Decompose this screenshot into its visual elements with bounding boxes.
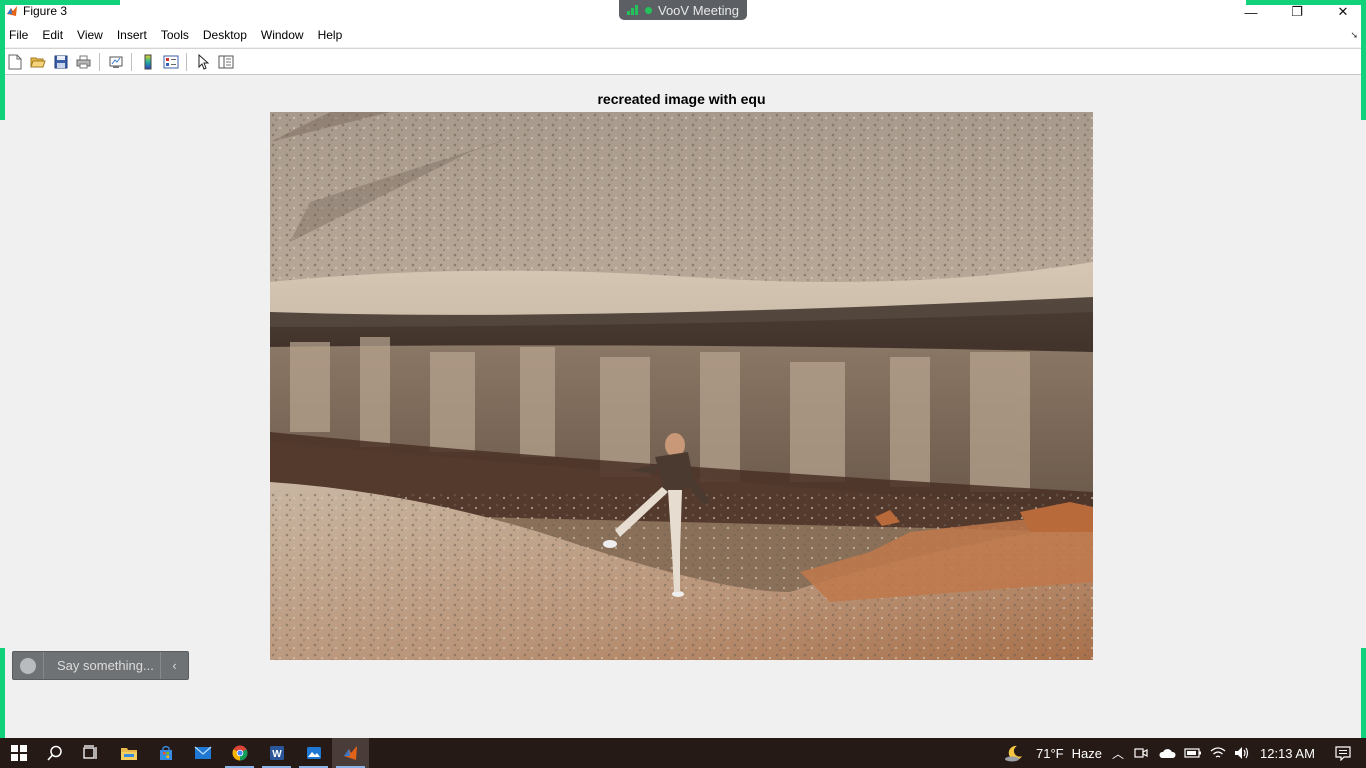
matlab-logo-icon (7, 6, 17, 16)
weather-moon-icon (1005, 745, 1022, 762)
recording-dot-icon (645, 6, 652, 14)
link-plot-button[interactable] (104, 51, 127, 73)
word-button[interactable]: W (258, 738, 295, 768)
new-figure-button[interactable] (3, 51, 26, 73)
file-explorer-icon (120, 748, 137, 760)
axes-image[interactable] (270, 112, 1093, 660)
signal-strength-icon (627, 5, 639, 15)
screen-share-border (0, 0, 5, 120)
menu-edit[interactable]: Edit (35, 24, 70, 47)
chat-placeholder[interactable]: Say something... (44, 658, 160, 673)
photos-button[interactable] (295, 738, 332, 768)
menu-window[interactable]: Window (254, 24, 311, 47)
voov-meeting-label: VooV Meeting (658, 2, 739, 18)
wifi-icon[interactable] (1210, 746, 1226, 760)
axes-title: recreated image with equ (597, 91, 766, 107)
matlab-button[interactable] (332, 738, 369, 768)
onedrive-cloud-icon[interactable] (1158, 747, 1176, 759)
store-icon (159, 745, 172, 760)
svg-text:W: W (272, 749, 282, 760)
search-icon (46, 745, 62, 761)
windows-taskbar: W 71°F Haze ︿ 12:13 AM (0, 738, 1366, 768)
photos-icon (306, 747, 321, 759)
menu-desktop[interactable]: Desktop (196, 24, 254, 47)
word-icon: W (269, 746, 284, 760)
chrome-icon (232, 745, 247, 761)
save-icon (54, 55, 67, 68)
emoji-button[interactable] (13, 652, 44, 679)
link-plot-icon (109, 56, 122, 68)
system-tray: 71°F Haze ︿ 12:13 AM (1004, 738, 1351, 768)
toolbar-separator (186, 52, 187, 71)
toolbar-separator (99, 52, 100, 71)
volume-icon[interactable] (1234, 746, 1250, 760)
battery-icon[interactable] (1184, 747, 1202, 759)
windows-logo-icon (10, 745, 27, 761)
task-view-button[interactable] (72, 738, 109, 768)
figure-window: Figure 3 — ❐ ✕ VooV Meeting File Edit Vi… (0, 0, 1366, 768)
screen-share-border (0, 0, 120, 5)
matlab-icon (343, 746, 357, 760)
open-file-icon (29, 57, 46, 67)
open-file-button[interactable] (26, 51, 49, 73)
show-hidden-icons-icon[interactable]: ︿ (1112, 745, 1124, 762)
meeting-chat-input[interactable]: Say something... ‹ (12, 651, 189, 680)
chrome-button[interactable] (221, 738, 258, 768)
figure-toolbar (0, 48, 1366, 75)
start-button[interactable] (0, 738, 37, 768)
task-view-icon (82, 745, 97, 759)
screen-share-border (1361, 0, 1366, 120)
store-button[interactable] (147, 738, 184, 768)
property-editor-icon (218, 55, 233, 68)
menu-tools[interactable]: Tools (154, 24, 196, 47)
dock-arrow-icon[interactable]: ➘ (1350, 30, 1358, 41)
mail-icon (194, 746, 211, 759)
voov-meeting-pill[interactable]: VooV Meeting (619, 0, 747, 20)
menu-help[interactable]: Help (311, 24, 350, 47)
window-title: Figure 3 (23, 4, 68, 18)
meet-now-icon[interactable] (1134, 746, 1148, 760)
rocky-canyon-photo (270, 112, 1093, 660)
search-button[interactable] (36, 738, 73, 768)
insert-colorbar-button[interactable] (136, 51, 159, 73)
clock[interactable]: 12:13 AM (1260, 746, 1315, 761)
insert-colorbar-icon (144, 54, 151, 69)
menu-insert[interactable]: Insert (110, 24, 154, 47)
new-figure-icon (8, 54, 21, 69)
menu-bar: File Edit View Insert Tools Desktop Wind… (0, 24, 1366, 47)
print-button[interactable] (72, 51, 95, 73)
edit-plot-arrow-icon (198, 53, 209, 70)
screen-share-border (1246, 0, 1366, 5)
weather-condition[interactable]: Haze (1072, 746, 1102, 761)
menu-file[interactable]: File (0, 24, 35, 47)
collapse-chat-button[interactable]: ‹ (160, 652, 188, 679)
menu-view[interactable]: View (70, 24, 110, 47)
emoji-icon (20, 657, 36, 674)
notifications-icon[interactable] (1335, 745, 1351, 761)
edit-plot-button[interactable] (191, 51, 214, 73)
mail-button[interactable] (184, 738, 221, 768)
print-icon (76, 55, 91, 68)
file-explorer-button[interactable] (110, 738, 147, 768)
property-editor-button[interactable] (214, 51, 237, 73)
insert-legend-button[interactable] (159, 51, 182, 73)
save-button[interactable] (49, 51, 72, 73)
weather-temperature[interactable]: 71°F (1036, 746, 1064, 761)
insert-legend-icon (163, 55, 178, 68)
toolbar-separator (131, 52, 132, 71)
